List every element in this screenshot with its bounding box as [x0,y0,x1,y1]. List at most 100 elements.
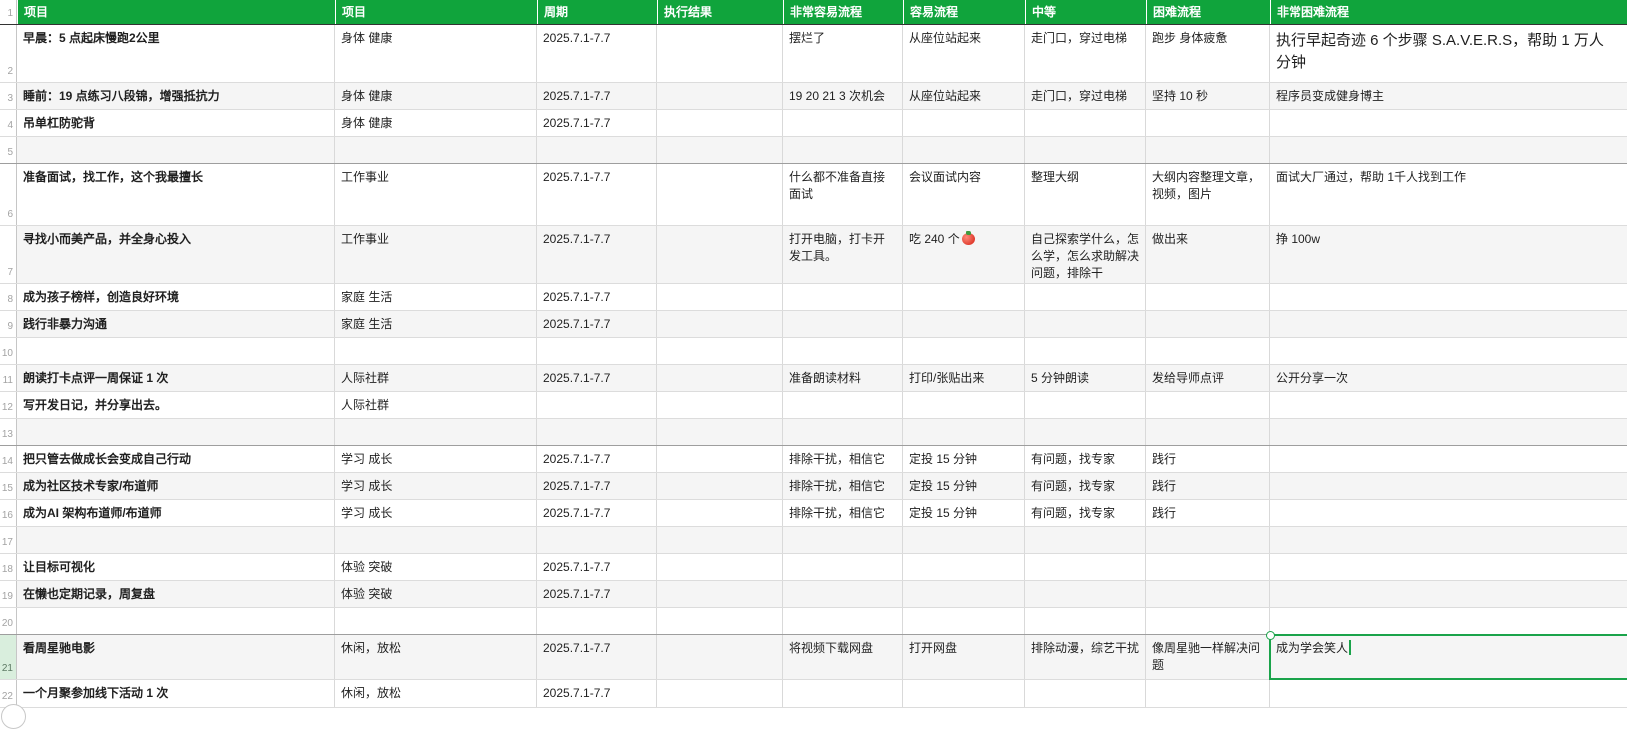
cell-r5-e[interactable] [783,137,903,163]
cell-r8-d[interactable] [657,284,783,310]
cell-r19-b[interactable]: 体验 突破 [335,581,537,607]
column-header-e[interactable]: 非常容易流程 [783,0,903,24]
cell-r21-e[interactable]: 将视频下载网盘 [783,635,903,679]
cell-r4-h[interactable] [1146,110,1270,136]
cell-r2-b[interactable]: 身体 健康 [335,25,537,82]
cell-r16-g[interactable]: 有问题，找专家 [1025,500,1146,526]
cell-r9-c[interactable]: 2025.7.1-7.7 [537,311,657,337]
cell-r10-d[interactable] [657,338,783,364]
cell-r13-a[interactable] [17,419,335,445]
cell-r14-g[interactable]: 有问题，找专家 [1025,446,1146,472]
cell-r13-d[interactable] [657,419,783,445]
cell-r10-a[interactable] [17,338,335,364]
cell-r2-g[interactable]: 走门口，穿过电梯 [1025,25,1146,82]
cell-r20-f[interactable] [903,608,1025,634]
row-number[interactable]: 18 [0,554,17,580]
cell-r7-f[interactable]: 吃 240 个 [903,226,1025,283]
cell-r16-e[interactable]: 排除干扰，相信它 [783,500,903,526]
cell-r13-c[interactable] [537,419,657,445]
row-number[interactable]: 14 [0,446,17,472]
partial-floating-button[interactable] [1,704,26,729]
cell-r18-d[interactable] [657,554,783,580]
cell-r13-f[interactable] [903,419,1025,445]
cell-r7-c[interactable]: 2025.7.1-7.7 [537,226,657,283]
cell-r19-f[interactable] [903,581,1025,607]
cell-r10-f[interactable] [903,338,1025,364]
cell-r9-b[interactable]: 家庭 生活 [335,311,537,337]
cell-r18-a[interactable]: 让目标可视化 [17,554,335,580]
row-number[interactable]: 2 [0,25,17,82]
cell-r13-i[interactable] [1270,419,1627,445]
cell-r19-e[interactable] [783,581,903,607]
cell-r17-d[interactable] [657,527,783,553]
cell-r11-c[interactable]: 2025.7.1-7.7 [537,365,657,391]
cell-r18-i[interactable] [1270,554,1627,580]
row-number[interactable]: 8 [0,284,17,310]
cell-r2-c[interactable]: 2025.7.1-7.7 [537,25,657,82]
cell-r8-i[interactable] [1270,284,1627,310]
cell-r9-f[interactable] [903,311,1025,337]
cell-r7-g[interactable]: 自己探索学什么，怎么学，怎么求助解决问题，排除干 [1025,226,1146,283]
cell-r3-a[interactable]: 睡前：19 点练习八段锦，增强抵抗力 [17,83,335,109]
cell-r3-e[interactable]: 19 20 21 3 次机会 [783,83,903,109]
cell-r14-h[interactable]: 践行 [1146,446,1270,472]
cell-r6-h[interactable]: 大纲内容整理文章，视频，图片 [1146,164,1270,225]
column-header-b[interactable]: 项目 [335,0,537,24]
cell-r21-d[interactable] [657,635,783,679]
cell-r16-f[interactable]: 定投 15 分钟 [903,500,1025,526]
cell-r11-i[interactable]: 公开分享一次 [1270,365,1627,391]
cell-r12-f[interactable] [903,392,1025,418]
cell-r19-a[interactable]: 在懒也定期记录，周复盘 [17,581,335,607]
row-number[interactable]: 17 [0,527,17,553]
cell-r13-e[interactable] [783,419,903,445]
cell-r20-h[interactable] [1146,608,1270,634]
cell-r3-c[interactable]: 2025.7.1-7.7 [537,83,657,109]
cell-r2-i[interactable]: 执行早起奇迹 6 个步骤 S.A.V.E.R.S，帮助 1 万人 分钟 [1270,25,1627,82]
column-header-h[interactable]: 困难流程 [1146,0,1270,24]
row-number[interactable]: 1 [0,0,17,24]
row-number[interactable]: 22 [0,680,17,707]
cell-r21-h[interactable]: 像周星驰一样解决问题 [1146,635,1270,679]
cell-r20-g[interactable] [1025,608,1146,634]
row-number[interactable]: 10 [0,338,17,364]
cell-r5-g[interactable] [1025,137,1146,163]
cell-r18-g[interactable] [1025,554,1146,580]
cell-r22-h[interactable] [1146,680,1270,707]
cell-r16-a[interactable]: 成为AI 架构布道师/布道师 [17,500,335,526]
cell-r22-a[interactable]: 一个月聚参加线下活动 1 次 [17,680,335,707]
cell-r15-c[interactable]: 2025.7.1-7.7 [537,473,657,499]
cell-r12-b[interactable]: 人际社群 [335,392,537,418]
cell-r14-b[interactable]: 学习 成长 [335,446,537,472]
cell-r15-i[interactable] [1270,473,1627,499]
cell-r21-f[interactable]: 打开网盘 [903,635,1025,679]
cell-r5-f[interactable] [903,137,1025,163]
cell-r7-e[interactable]: 打开电脑，打卡开发工具。 [783,226,903,283]
cell-r22-i[interactable] [1270,680,1627,707]
cell-r7-h[interactable]: 做出来 [1146,226,1270,283]
cell-r11-d[interactable] [657,365,783,391]
cell-r22-d[interactable] [657,680,783,707]
cell-r20-d[interactable] [657,608,783,634]
cell-r19-c[interactable]: 2025.7.1-7.7 [537,581,657,607]
cell-r18-f[interactable] [903,554,1025,580]
cell-r20-a[interactable] [17,608,335,634]
cell-r4-c[interactable]: 2025.7.1-7.7 [537,110,657,136]
cell-r17-f[interactable] [903,527,1025,553]
cell-r18-e[interactable] [783,554,903,580]
cell-r12-a[interactable]: 写开发日记，并分享出去。 [17,392,335,418]
cell-r12-d[interactable] [657,392,783,418]
cell-r14-e[interactable]: 排除干扰，相信它 [783,446,903,472]
cell-r5-i[interactable] [1270,137,1627,163]
cell-r16-c[interactable]: 2025.7.1-7.7 [537,500,657,526]
cell-r19-g[interactable] [1025,581,1146,607]
row-number[interactable]: 4 [0,110,17,136]
cell-r11-f[interactable]: 打印/张贴出来 [903,365,1025,391]
cell-r11-e[interactable]: 准备朗读材料 [783,365,903,391]
editing-cell[interactable]: 成为学会笑人 [1266,631,1627,680]
cell-r20-b[interactable] [335,608,537,634]
cell-r13-h[interactable] [1146,419,1270,445]
cell-r10-c[interactable] [537,338,657,364]
cell-r21-g[interactable]: 排除动漫，综艺干扰 [1025,635,1146,679]
cell-r7-i[interactable]: 挣 100w [1270,226,1627,283]
cell-r12-e[interactable] [783,392,903,418]
